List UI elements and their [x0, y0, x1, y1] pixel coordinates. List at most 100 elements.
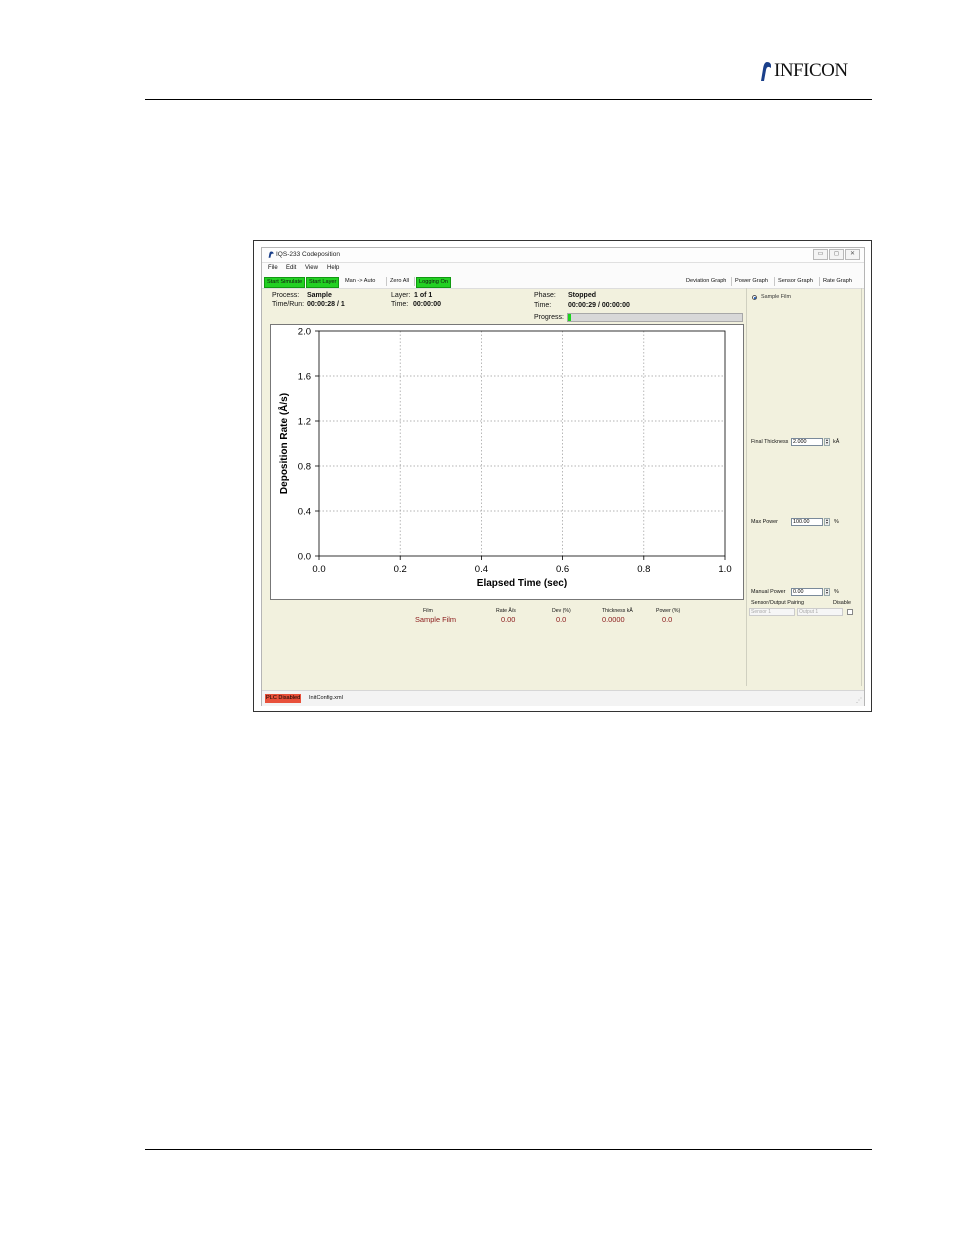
film-header-rate: Rate Å/s [496, 608, 516, 614]
window-title: IQS-233 Codeposition [276, 251, 340, 258]
header-rule [145, 99, 872, 100]
menu-view[interactable]: View [305, 265, 318, 271]
menu-bar: File Edit View Help [262, 263, 864, 274]
deviation-graph-button[interactable]: Deviation Graph [684, 277, 728, 286]
manual-power-label: Manual Power [751, 589, 786, 595]
film-header-dev: Dev (%) [552, 608, 571, 614]
film-name-value: Sample Film [415, 615, 457, 624]
x-tick-label: 0.6 [556, 564, 569, 575]
phase-value: Stopped [568, 292, 596, 299]
x-tick-label: 0.0 [312, 564, 325, 575]
film-settings-panel: Sample Film Final Thickness 2.000 ▲ ▼ kÅ … [746, 288, 862, 686]
logo-text: INFICON [774, 60, 848, 81]
toolbar: Start Simulate Start Layer Man -> Auto Z… [262, 274, 864, 289]
process-value: Sample [307, 292, 332, 299]
film-header-thickness: Thickness kÅ [602, 608, 633, 614]
resize-grip-icon[interactable]: ⋰ [856, 697, 862, 704]
zero-all-button[interactable]: Zero All [388, 277, 411, 286]
inficon-logo: INFICON [760, 58, 872, 84]
start-simulate-button[interactable]: Start Simulate [264, 277, 306, 288]
phase-time-label: Time: [534, 302, 552, 309]
menu-help[interactable]: Help [327, 265, 339, 271]
toolbar-separator [774, 277, 775, 286]
final-thickness-unit: kÅ [833, 439, 840, 445]
y-tick-label: 0.8 [298, 462, 311, 473]
final-thickness-input[interactable]: 2.000 [791, 438, 823, 446]
sensor-output-pairing-label: Sensor/Output Pairing [751, 600, 805, 606]
x-tick-label: 0.2 [394, 564, 407, 575]
app-window: IQS-233 Codeposition ▭ ◻ ✕ File Edit Vie… [261, 247, 865, 706]
final-thickness-label: Final Thickness [751, 439, 789, 445]
toolbar-separator [386, 277, 387, 286]
window-controls: ▭ ◻ ✕ [812, 249, 860, 260]
progress-bar [567, 313, 743, 322]
layer-time-label: Time: [391, 301, 409, 308]
manual-power-unit: % [834, 589, 839, 595]
phase-label: Phase: [534, 292, 556, 299]
x-tick-label: 0.8 [637, 564, 650, 575]
sensor-graph-button[interactable]: Sensor Graph [776, 277, 815, 286]
app-screenshot-frame: IQS-233 Codeposition ▭ ◻ ✕ File Edit Vie… [253, 240, 872, 712]
plot-area-border [318, 330, 726, 557]
max-power-label: Max Power [751, 519, 778, 525]
timerun-label: Time/Run: [272, 301, 305, 308]
app-icon [268, 251, 274, 258]
toolbar-separator [819, 277, 820, 286]
timerun-value: 00:00:28 / 1 [307, 301, 345, 308]
x-axis-label: Elapsed Time (sec) [477, 578, 567, 589]
rate-chart-svg: 0.0 0.2 0.4 0.6 0.8 1.0 0.0 0.4 0.8 1.2 1.6 2.0 Elap… [277, 327, 732, 590]
rate-graph-button[interactable]: Rate Graph [821, 277, 854, 286]
progress-label: Progress: [534, 314, 564, 321]
sensor-select[interactable]: Sensor 1 [749, 608, 795, 616]
maximize-icon[interactable]: ◻ [829, 249, 844, 260]
film-header-film: Film [423, 608, 433, 614]
progress-fill [568, 314, 572, 321]
process-label: Process: [272, 292, 300, 299]
x-tick-label: 0.4 [475, 564, 488, 575]
layer-label: Layer: [391, 292, 411, 299]
film-header-power: Power (%) [656, 608, 681, 614]
toolbar-separator [414, 277, 415, 286]
start-layer-button[interactable]: Start Layer [306, 277, 340, 288]
y-tick-label: 0.0 [298, 552, 311, 563]
rate-chart: 0.0 0.2 0.4 0.6 0.8 1.0 0.0 0.4 0.8 1.2 1.6 2.0 Elap… [270, 324, 744, 600]
y-tick-label: 0.4 [298, 507, 311, 518]
final-thickness-spinner[interactable]: ▲ ▼ [824, 438, 830, 446]
y-axis-label: Deposition Rate (Å/s) [277, 393, 290, 494]
status-bar: PLC Disabled InitConfig.xml ⋰ [262, 690, 864, 706]
manual-power-spinner[interactable]: ▲ ▼ [824, 588, 830, 596]
disable-checkbox[interactable] [847, 609, 853, 615]
manual-power-input[interactable]: 0.00 [791, 588, 823, 596]
plc-status-badge: PLC Disabled [265, 694, 302, 703]
footer-rule [145, 1149, 872, 1150]
max-power-input[interactable]: 100.00 [791, 518, 823, 526]
title-bar[interactable]: IQS-233 Codeposition ▭ ◻ ✕ [262, 248, 864, 263]
inficon-logo-icon [761, 62, 771, 81]
y-tick-label: 1.2 [298, 417, 311, 428]
power-graph-button[interactable]: Power Graph [733, 277, 770, 286]
film-rate-value: 0.00 [501, 615, 516, 624]
minimize-icon[interactable]: ▭ [813, 249, 828, 260]
max-power-spinner[interactable]: ▲ ▼ [824, 518, 830, 526]
film-thickness-value: 0.0000 [602, 615, 625, 624]
sample-film-radio[interactable] [752, 295, 757, 300]
menu-file[interactable]: File [268, 265, 278, 271]
max-power-unit: % [834, 519, 839, 525]
layer-time-value: 00:00:00 [413, 301, 442, 308]
menu-edit[interactable]: Edit [286, 265, 296, 271]
man-auto-button[interactable]: Man -> Auto [343, 277, 377, 286]
phase-time-value: 00:00:29 / 00:00:00 [568, 302, 630, 309]
output-select[interactable]: Output 1 [797, 608, 843, 616]
disable-label: Disable [833, 600, 851, 606]
toolbar-separator [731, 277, 732, 286]
film-power-value: 0.0 [662, 615, 673, 624]
y-tick-label: 2.0 [298, 327, 311, 338]
close-icon[interactable]: ✕ [845, 249, 860, 260]
film-dev-value: 0.0 [556, 615, 567, 624]
sample-film-radio-label: Sample Film [761, 294, 791, 300]
x-tick-label: 1.0 [718, 564, 731, 575]
y-tick-label: 1.6 [298, 372, 311, 383]
logging-on-button[interactable]: Logging On [416, 277, 451, 288]
layer-value: 1 of 1 [414, 292, 433, 299]
config-file-label: InitConfig.xml [309, 695, 343, 701]
